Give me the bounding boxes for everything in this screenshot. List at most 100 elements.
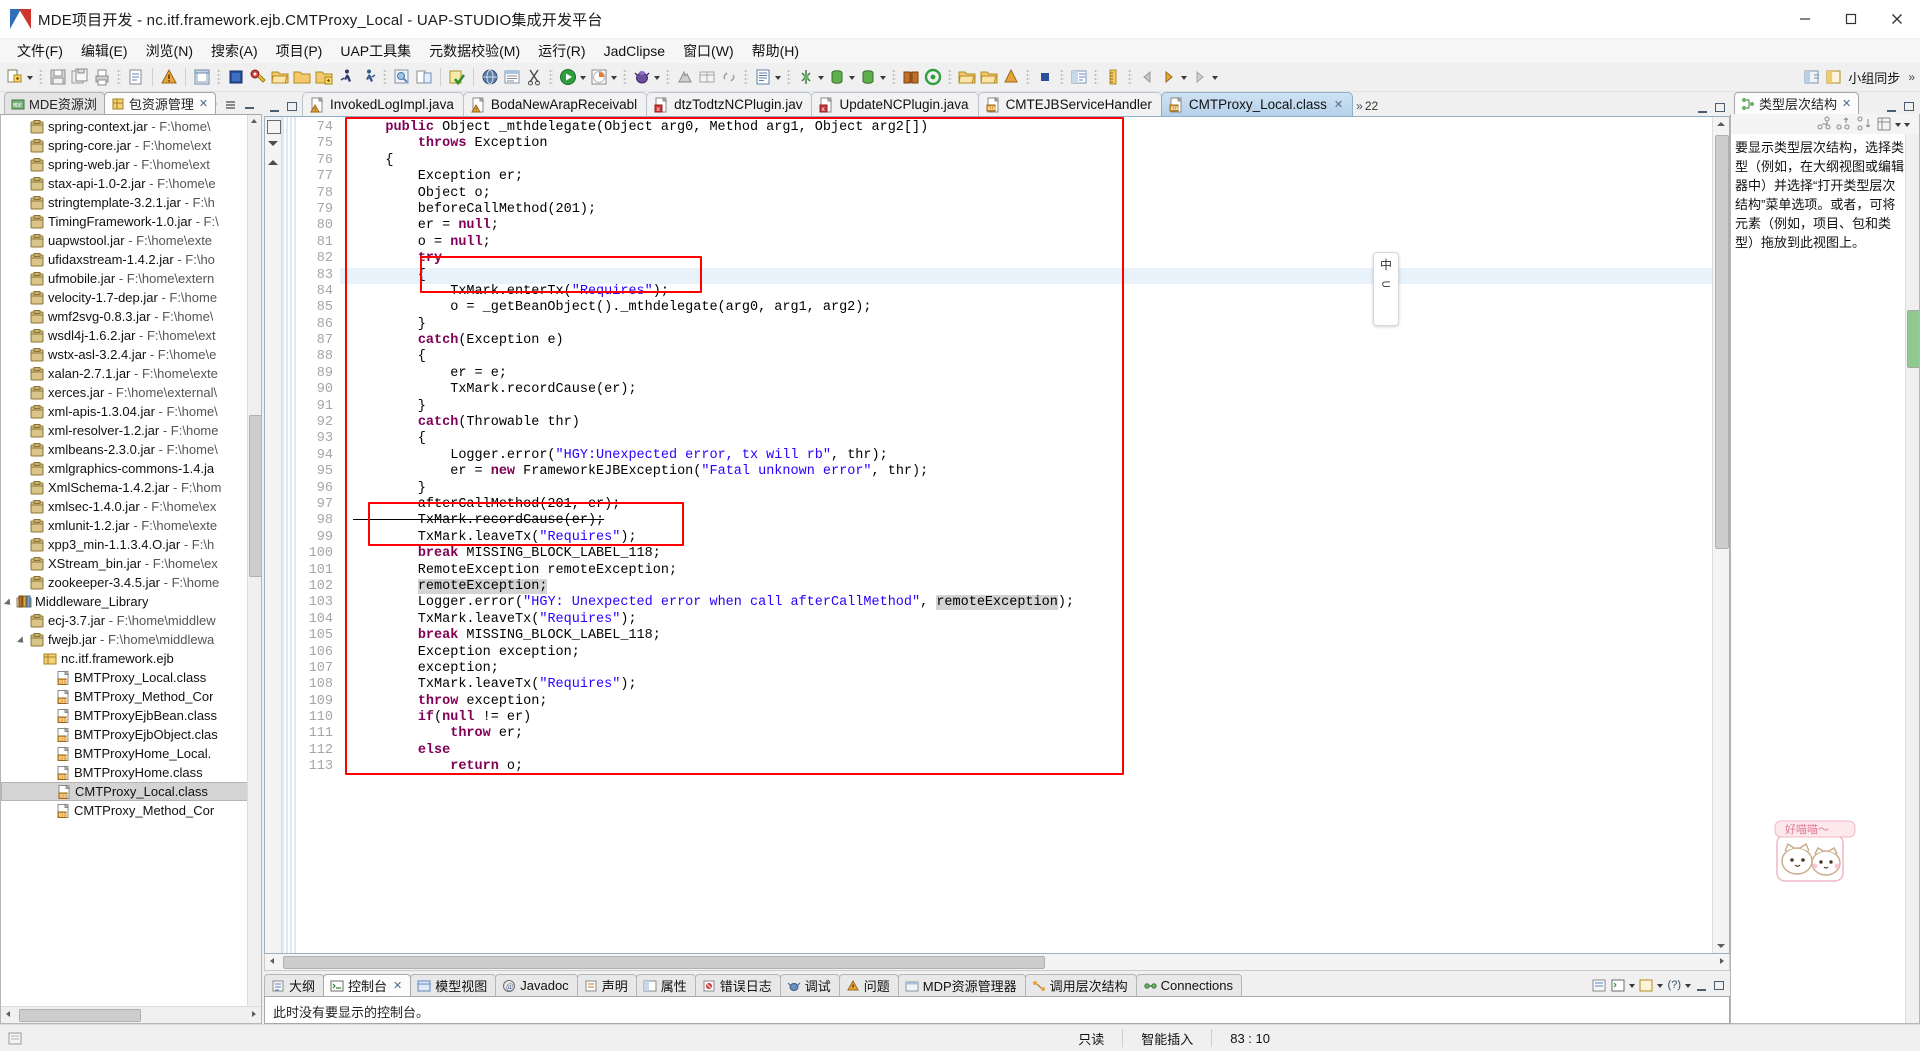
code-line[interactable]: { <box>340 267 1712 284</box>
new-console-dropdown-icon[interactable] <box>1656 975 1665 995</box>
bottom-tab-2[interactable]: 模型视图 <box>410 974 497 996</box>
menu-navigate[interactable]: 浏览(N) <box>137 39 202 63</box>
editor-tab-5[interactable]: 010 CMTProxy_Local.class ✕ <box>1160 92 1354 116</box>
next-arrow-icon[interactable] <box>1190 67 1210 87</box>
small-blue-square-icon[interactable] <box>1035 67 1055 87</box>
close-icon[interactable]: ✕ <box>199 97 208 110</box>
ime-indicator[interactable]: 中 ⊂ <box>1373 252 1399 326</box>
compare-icon[interactable] <box>414 67 434 87</box>
view-menu-chevron-icon[interactable] <box>1903 114 1917 134</box>
print-icon[interactable] <box>92 67 112 87</box>
show-type-hierarchy-icon[interactable] <box>1815 115 1833 133</box>
green-cylinder-icon[interactable] <box>827 67 847 87</box>
tree-item[interactable]: 010 BMTProxyHome_Local. <box>1 744 261 763</box>
code-line[interactable]: throw er; <box>340 726 1712 742</box>
close-icon[interactable]: ✕ <box>1334 98 1343 111</box>
scroll-left-icon[interactable] <box>1 1007 16 1022</box>
right-view-maximize-button[interactable] <box>1901 99 1916 113</box>
ime-language[interactable]: 中 <box>1380 256 1392 273</box>
code-line[interactable]: catch(Throwable thr) <box>340 415 1712 431</box>
code-line[interactable]: afterCallMethod(201, er); <box>340 497 1712 513</box>
green-run-icon[interactable] <box>558 67 578 87</box>
menu-jadclipse[interactable]: JadClipse <box>595 41 674 61</box>
perspective-active-icon[interactable] <box>1824 67 1844 87</box>
cylinder-dropdown-icon[interactable] <box>848 67 857 87</box>
folder-add-icon[interactable] <box>314 67 334 87</box>
code-line[interactable]: TxMark.leaveTx("Requires"); <box>340 612 1712 628</box>
blue-square-icon[interactable] <box>226 67 246 87</box>
bottom-tab-3[interactable]: @ Javadoc <box>495 974 578 996</box>
open-perspective-icon[interactable] <box>1802 67 1822 87</box>
globe-icon[interactable] <box>480 67 500 87</box>
tree-item[interactable]: spring-core.jar - F:\home\ext <box>1 136 261 155</box>
new-file-icon[interactable] <box>126 67 146 87</box>
editor-tab-0[interactable]: ! InvokedLogImpl.java <box>302 92 464 116</box>
tree-item[interactable]: XmlSchema-1.4.2.jar - F:\hom <box>1 478 261 497</box>
code-line[interactable]: catch(Exception e) <box>340 333 1712 349</box>
ant-build-icon[interactable] <box>796 67 816 87</box>
layout-menu-icon[interactable] <box>1875 115 1893 133</box>
editor-tab-3[interactable]: x UpdateNCPlugin.java <box>811 92 979 116</box>
bottom-tab-10[interactable]: 调用层次结构 <box>1024 974 1137 996</box>
tree-expander-icon[interactable] <box>3 592 16 611</box>
code-line[interactable]: throw exception; <box>340 694 1712 710</box>
editor-stack-maximize-button[interactable] <box>1712 100 1727 114</box>
green-circle-icon[interactable] <box>923 67 943 87</box>
tree-item[interactable]: 010 BMTProxyHome.class <box>1 763 261 782</box>
profile-dropdown-icon[interactable] <box>610 67 619 87</box>
search-key-icon[interactable] <box>248 67 268 87</box>
tree-item[interactable]: uapwstool.jar - F:\home\exte <box>1 231 261 250</box>
bottom-tab-4[interactable]: 声明 <box>576 974 637 996</box>
show-supertype-hierarchy-icon[interactable] <box>1835 115 1853 133</box>
editor-source-text[interactable]: public Object _mthdelegate(Object arg0, … <box>340 120 1712 776</box>
link-icon[interactable] <box>719 67 739 87</box>
open-folder-icon[interactable] <box>270 67 290 87</box>
editor-stack-minimize-button[interactable] <box>1695 100 1710 114</box>
tree-item[interactable]: wstx-asl-3.2.4.jar - F:\home\e <box>1 345 261 364</box>
view-tab-package-explorer[interactable]: 包资源管理 ✕ <box>103 92 217 114</box>
bottom-tab-1[interactable]: 控制台 ✕ <box>323 974 412 996</box>
external-tools-icon[interactable] <box>392 67 412 87</box>
tree-item[interactable]: xerces.jar - F:\home\external\ <box>1 383 261 402</box>
code-line[interactable]: return o; <box>340 759 1712 775</box>
toolbar-overflow-icon[interactable]: » <box>1908 70 1915 84</box>
code-line[interactable]: break MISSING_BLOCK_LABEL_118; <box>340 546 1712 562</box>
ant-dropdown-icon[interactable] <box>817 67 826 87</box>
close-icon[interactable]: ✕ <box>1842 97 1851 110</box>
tree-item[interactable]: xml-resolver-1.2.jar - F:\home <box>1 421 261 440</box>
menu-help[interactable]: 帮助(H) <box>743 39 808 63</box>
editor-scroll-left-icon[interactable] <box>265 954 280 969</box>
next-annotation-icon[interactable] <box>267 137 279 149</box>
tree-item[interactable]: nc.itf.framework.ejb <box>1 649 261 668</box>
editor-horizontal-scrollbar[interactable] <box>264 954 1730 971</box>
bottom-tab-7[interactable]: 调试 <box>779 974 840 996</box>
debug-person-icon[interactable] <box>358 67 378 87</box>
editor-tab-1[interactable]: ! BodaNewArapReceivabl <box>462 92 648 116</box>
editor-maximize-button[interactable] <box>284 99 299 113</box>
bottom-tab-9[interactable]: MDP资源管理器 <box>897 974 1026 996</box>
folder-open2-icon[interactable] <box>957 67 977 87</box>
menu-file[interactable]: 文件(F) <box>8 39 72 63</box>
view-menu-icon[interactable] <box>222 96 239 113</box>
scroll-right-icon[interactable] <box>246 1007 261 1022</box>
tree-item[interactable]: xmlgraphics-commons-1.4.ja <box>1 459 261 478</box>
code-line[interactable]: TxMark.recordCause(er); <box>340 382 1712 398</box>
bottom-tab-5[interactable]: 属性 <box>635 974 696 996</box>
tree-vertical-scrollbar[interactable] <box>247 115 261 1023</box>
tree-item[interactable]: fwejb.jar - F:\home\middlewa <box>1 630 261 649</box>
table-icon[interactable] <box>697 67 717 87</box>
code-line[interactable]: } <box>340 481 1712 497</box>
menu-search[interactable]: 搜索(A) <box>202 39 267 63</box>
collapse-marker-icon[interactable] <box>267 120 281 134</box>
menu-edit[interactable]: 编辑(E) <box>72 39 137 63</box>
open-console-icon[interactable] <box>1610 977 1627 994</box>
code-line[interactable]: } <box>340 399 1712 415</box>
cylinder2-dropdown-icon[interactable] <box>879 67 888 87</box>
editor-tab-2[interactable]: x dtzTodtzNCPlugin.jav <box>646 92 813 116</box>
bottom-overflow-icon[interactable]: (?) <box>1668 979 1681 991</box>
code-line[interactable]: Exception exception; <box>340 645 1712 661</box>
editor-vertical-scrollbar[interactable] <box>1712 117 1729 953</box>
tree-item[interactable]: xmlunit-1.2.jar - F:\home\exte <box>1 516 261 535</box>
validate-check-icon[interactable] <box>447 67 467 87</box>
tree-item[interactable]: ecj-3.7.jar - F:\home\middlew <box>1 611 261 630</box>
